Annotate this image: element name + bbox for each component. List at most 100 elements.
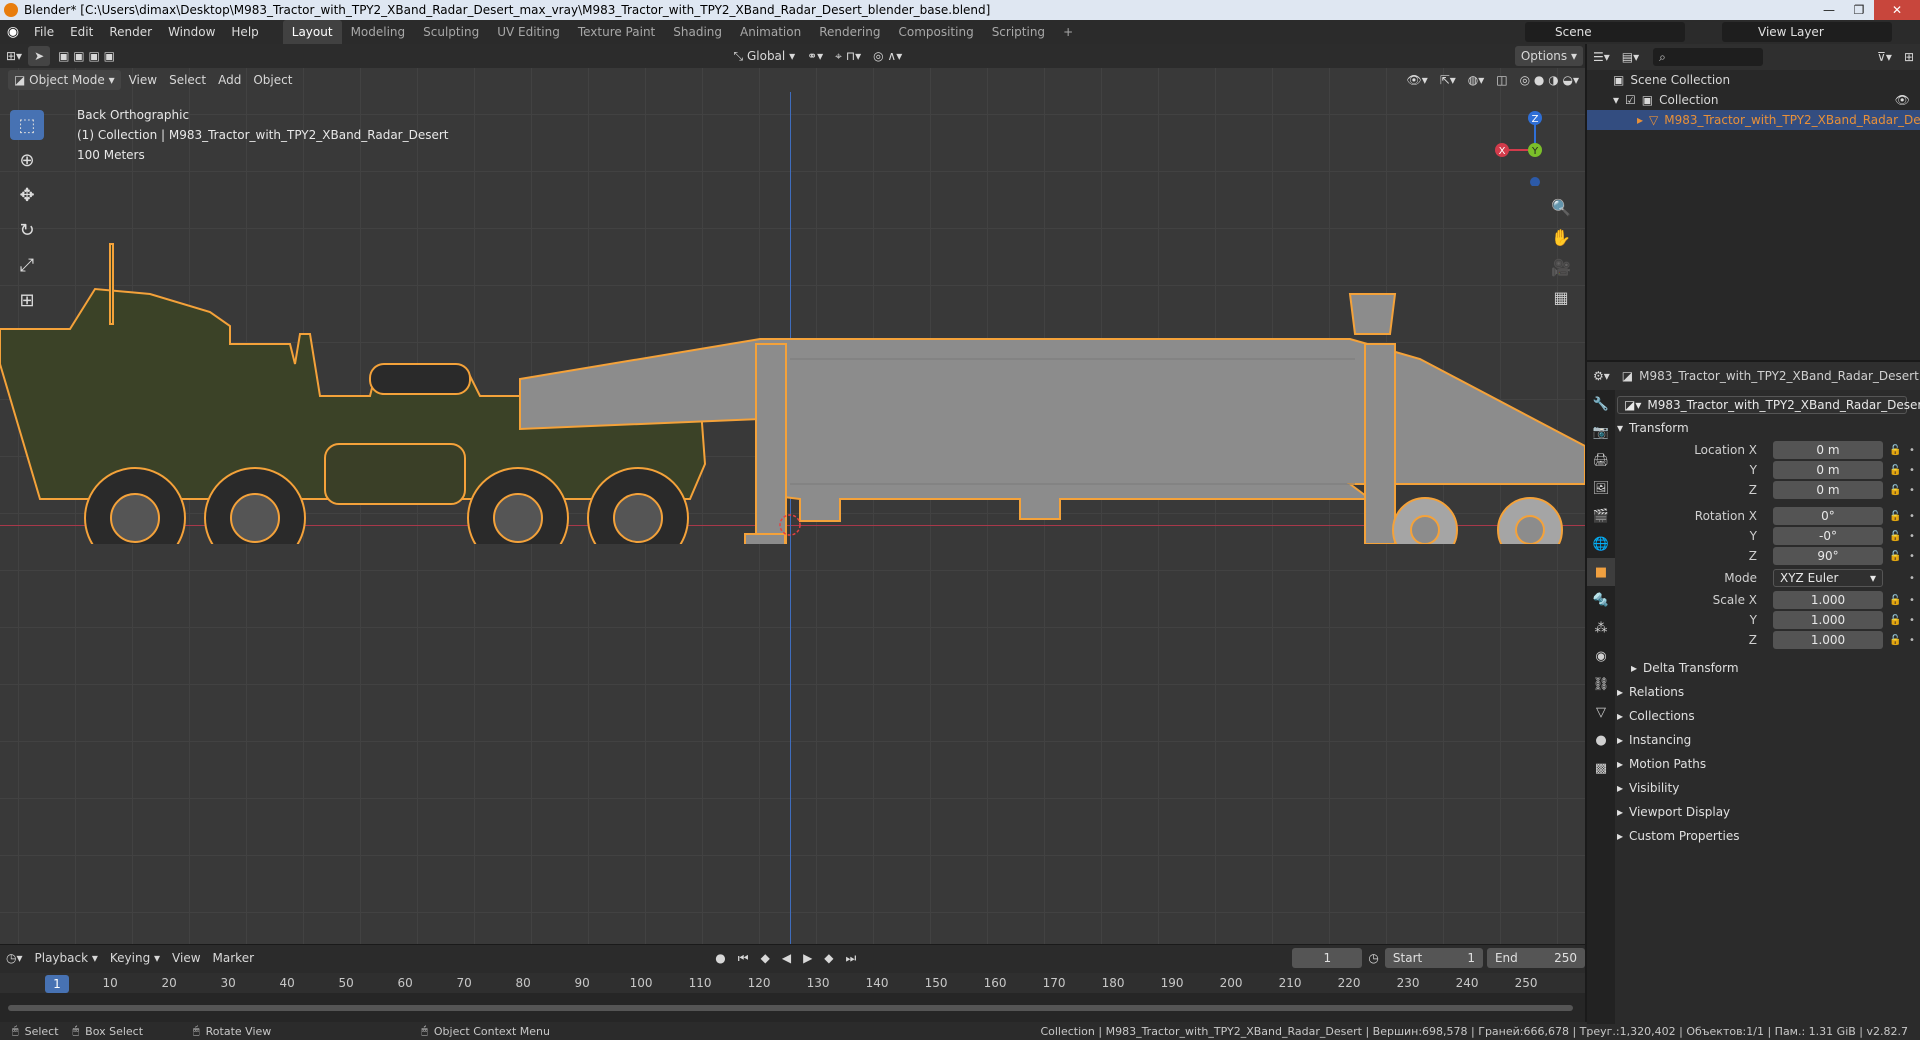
tractor-trailer-model[interactable] <box>0 234 1585 544</box>
keyframe-dot-icon[interactable]: • <box>1909 573 1915 584</box>
close-button[interactable]: ✕ <box>1874 0 1920 20</box>
navigation-gizmo[interactable]: Z X Y <box>1480 106 1560 186</box>
panel-relations[interactable]: ▸ Relations <box>1617 680 1920 704</box>
xray-icon[interactable]: ◫ <box>1490 70 1513 90</box>
lock-icon[interactable]: 🔓 <box>1889 445 1901 456</box>
lock-icon[interactable]: 🔓 <box>1889 485 1901 496</box>
expand-arrow-icon[interactable]: ▾ <box>1613 93 1619 107</box>
filter-icon[interactable]: ⊽▾ <box>1871 47 1898 67</box>
display-mode-icon[interactable]: ▤▾ <box>1616 47 1645 67</box>
outliner-editor-icon[interactable]: ☰▾ <box>1587 47 1616 67</box>
minimize-button[interactable]: — <box>1814 0 1844 20</box>
object-name-field[interactable]: ◪▾ M983_Tractor_with_TPY2_XBand_Radar_Des… <box>1617 396 1920 414</box>
menu-marker[interactable]: Marker <box>207 948 260 968</box>
prev-keyframe-icon[interactable]: ◆ <box>755 948 776 968</box>
panel-viewport-display[interactable]: ▸ Viewport Display <box>1617 800 1920 824</box>
current-frame-field[interactable]: 1 <box>1292 948 1363 968</box>
menu-help[interactable]: Help <box>223 20 266 44</box>
jump-end-icon[interactable]: ⏭ <box>840 948 863 968</box>
menu-edit[interactable]: Edit <box>62 20 101 44</box>
next-keyframe-icon[interactable]: ◆ <box>818 948 839 968</box>
menu-timeline-view[interactable]: View <box>166 948 206 968</box>
scene-selector[interactable]: Scene <box>1525 22 1685 42</box>
rotation-z-field[interactable]: 90° <box>1773 547 1883 565</box>
timeline-scrollbar[interactable] <box>8 1005 1573 1011</box>
jump-start-icon[interactable]: ⏮ <box>732 948 755 968</box>
modifier-tab-icon[interactable]: 🔩 <box>1587 586 1615 614</box>
delta-transform-header[interactable]: ▸ Delta Transform <box>1617 656 1920 680</box>
menu-file[interactable]: File <box>26 20 62 44</box>
shading-modes-icons[interactable]: ◎ ● ◑ ◒▾ <box>1514 70 1585 90</box>
select-box-tool-icon[interactable]: ⬚ <box>10 110 44 140</box>
play-icon[interactable]: ▶ <box>797 948 818 968</box>
panel-visibility[interactable]: ▸ Visibility <box>1617 776 1920 800</box>
play-reverse-icon[interactable]: ◀ <box>776 948 797 968</box>
overlay-toggle-icon[interactable]: ◍▾ <box>1462 70 1491 90</box>
view-layer-selector[interactable]: View Layer <box>1722 22 1892 42</box>
menu-view[interactable]: View <box>123 70 163 90</box>
expand-arrow-icon[interactable]: ▸ <box>1637 113 1643 127</box>
orientation-dropdown[interactable]: ⤡ Global ▾ <box>728 46 802 66</box>
data-tab-icon[interactable]: ▽ <box>1587 698 1615 726</box>
menu-select[interactable]: Select <box>163 70 212 90</box>
tab-sculpting[interactable]: Sculpting <box>414 20 488 44</box>
lock-icon[interactable]: 🔓 <box>1889 531 1901 542</box>
keyframe-dot-icon[interactable]: • <box>1909 511 1915 522</box>
add-workspace-icon[interactable]: + <box>1054 20 1082 44</box>
rotation-mode-dropdown[interactable]: XYZ Euler ▾ <box>1773 569 1883 587</box>
menu-window[interactable]: Window <box>160 20 223 44</box>
end-frame-field[interactable]: End 250 <box>1486 948 1585 968</box>
menu-playback[interactable]: Playback ▾ <box>29 948 104 968</box>
scale-y-field[interactable]: 1.000 <box>1773 611 1883 629</box>
record-icon[interactable]: ● <box>709 948 731 968</box>
tab-compositing[interactable]: Compositing <box>889 20 982 44</box>
new-collection-icon[interactable]: ⊞ <box>1898 47 1920 67</box>
panel-instancing[interactable]: ▸ Instancing <box>1617 728 1920 752</box>
tab-scripting[interactable]: Scripting <box>983 20 1054 44</box>
eye-icon[interactable]: 👁 <box>1895 93 1910 107</box>
tab-texture-paint[interactable]: Texture Paint <box>569 20 664 44</box>
location-y-field[interactable]: 0 m <box>1773 461 1883 479</box>
outliner-object-row[interactable]: ▸ ▽ M983_Tractor_with_TPY2_XBand_Radar_D… <box>1587 110 1920 130</box>
lock-icon[interactable]: 🔓 <box>1889 635 1901 646</box>
panel-collections[interactable]: ▸ Collections <box>1617 704 1920 728</box>
output-tab-icon[interactable]: 🖨 <box>1587 446 1615 474</box>
tab-modeling[interactable]: Modeling <box>342 20 415 44</box>
3d-viewport[interactable]: ⊞▾ ➤ ▣ ▣ ▣ ▣ ⤡ Global ▾ ⚭▾ ⌖ ⊓▾ ◎ ∧▾ Opt… <box>0 44 1585 944</box>
blender-menu-icon[interactable]: ◉ <box>0 24 26 40</box>
keyframe-dot-icon[interactable]: • <box>1909 485 1915 496</box>
visibility-icon[interactable]: 👁▾ <box>1400 70 1433 90</box>
gizmo-toggle-icon[interactable]: ⇱▾ <box>1434 70 1462 90</box>
proportional-edit-icon[interactable]: ◎ ∧▾ <box>867 46 908 66</box>
select-mode-icons[interactable]: ▣ ▣ ▣ ▣ <box>52 46 121 66</box>
menu-add[interactable]: Add <box>212 70 247 90</box>
cursor-tool-icon[interactable]: ⊕ <box>10 145 44 175</box>
keyframe-dot-icon[interactable]: • <box>1909 531 1915 542</box>
physics-tab-icon[interactable]: ◉ <box>1587 642 1615 670</box>
menu-keying[interactable]: Keying ▾ <box>104 948 166 968</box>
start-frame-field[interactable]: Start 1 <box>1384 948 1483 968</box>
outliner-collection[interactable]: ▾ ☑ ▣ Collection 👁 <box>1587 90 1920 110</box>
rotation-y-field[interactable]: -0° <box>1773 527 1883 545</box>
checkbox-icon[interactable]: ☑ <box>1625 93 1636 107</box>
options-dropdown[interactable]: Options ▾ <box>1514 46 1583 66</box>
keyframe-dot-icon[interactable]: • <box>1909 465 1915 476</box>
maximize-button[interactable]: ❐ <box>1844 0 1874 20</box>
mode-dropdown[interactable]: ◪ Object Mode ▾ <box>8 70 121 90</box>
particles-tab-icon[interactable]: ⁂ <box>1587 614 1615 642</box>
timeline-editor-icon[interactable]: ◷▾ <box>0 948 29 968</box>
keyframe-dot-icon[interactable]: • <box>1909 551 1915 562</box>
clock-icon[interactable]: ◷ <box>1362 948 1384 968</box>
tab-uv-editing[interactable]: UV Editing <box>488 20 569 44</box>
keyframe-dot-icon[interactable]: • <box>1909 635 1915 646</box>
current-frame-marker[interactable]: 1 <box>45 975 69 993</box>
scale-z-field[interactable]: 1.000 <box>1773 631 1883 649</box>
pivot-icon[interactable]: ⚭▾ <box>801 46 829 66</box>
constraints-tab-icon[interactable]: ⛓ <box>1587 670 1615 698</box>
object-tab-icon[interactable]: ■ <box>1587 558 1615 586</box>
lock-icon[interactable]: 🔓 <box>1889 595 1901 606</box>
location-z-field[interactable]: 0 m <box>1773 481 1883 499</box>
render-tab-icon[interactable]: 📷 <box>1587 418 1615 446</box>
frame-ruler[interactable]: 1 10 20 30 40 50 60 70 80 90 100 110 120 130 140 150 160… <box>0 973 1585 993</box>
view-layer-tab-icon[interactable]: 🖼 <box>1587 474 1615 502</box>
